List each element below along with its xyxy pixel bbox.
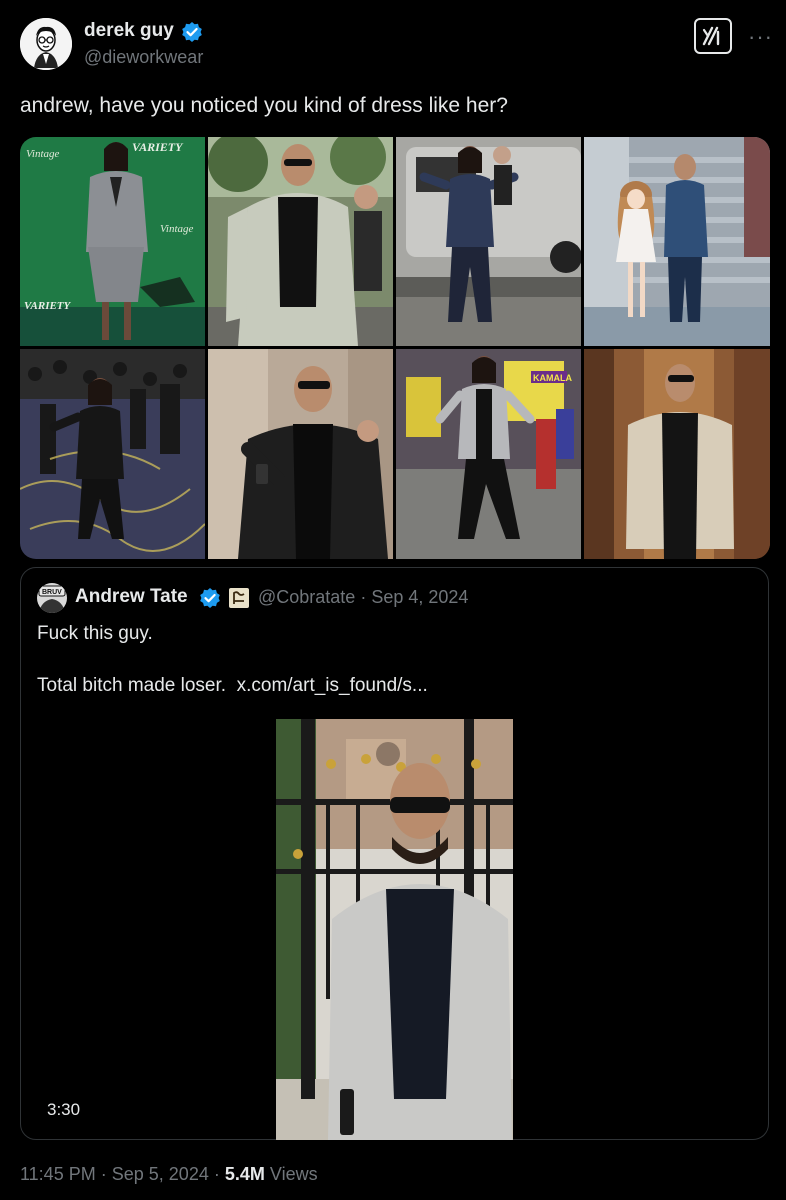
photo-tate-anime-stairs[interactable] bbox=[584, 137, 770, 346]
photo-kamala-green-backdrop[interactable]: Vintage VARIETY Vintage VARIETY bbox=[20, 137, 205, 346]
tweet-time[interactable]: 11:45 PM bbox=[20, 1164, 96, 1184]
verified-badge-icon bbox=[181, 21, 203, 43]
photo-tate-dark-blazer[interactable] bbox=[208, 349, 393, 559]
quote-text-line2-body: Total bitch made loser. bbox=[37, 675, 227, 696]
media-grid[interactable]: Vintage VARIETY Vintage VARIETY KAMALA bbox=[20, 137, 770, 559]
quote-avatar-text: BRUV bbox=[42, 589, 62, 596]
tweet-date[interactable]: Sep 5, 2024 bbox=[112, 1164, 209, 1184]
quote-verified-badge-icon bbox=[199, 587, 221, 609]
author-handle[interactable]: @dieworkwear bbox=[84, 47, 203, 68]
footer-separator-1: · bbox=[100, 1164, 107, 1184]
quote-author-avatar[interactable]: BRUV bbox=[37, 583, 67, 613]
grok-icon[interactable] bbox=[694, 18, 732, 54]
kamala-sign-label: KAMALA bbox=[533, 373, 572, 383]
quote-link[interactable]: x.com/art_is_found/s... bbox=[237, 675, 428, 696]
quote-date[interactable]: Sep 4, 2024 bbox=[371, 587, 468, 607]
author-name[interactable]: derek guy bbox=[84, 20, 174, 42]
vintage-label-1: Vintage bbox=[26, 148, 60, 160]
tweet-text: andrew, have you noticed you kind of dre… bbox=[20, 94, 508, 117]
tweet-footer-meta: 11:45 PM · Sep 5, 2024 · 5.4M Views bbox=[20, 1164, 318, 1185]
variety-label-2: VARIETY bbox=[24, 300, 72, 312]
quote-meta: @Cobratate · Sep 4, 2024 bbox=[258, 587, 468, 608]
vintage-label-2: Vintage bbox=[160, 223, 194, 235]
photo-tate-hallway[interactable] bbox=[584, 349, 770, 559]
photo-kamala-dancing-crowd[interactable] bbox=[20, 349, 205, 559]
views-label: Views bbox=[269, 1164, 318, 1184]
photo-tate-light-blazer[interactable] bbox=[208, 137, 393, 346]
more-icon[interactable]: ··· bbox=[748, 24, 773, 50]
photo-kamala-rally[interactable]: KAMALA bbox=[396, 349, 581, 559]
quote-text-line1: Fuck this guy. bbox=[37, 623, 153, 644]
quote-video-thumbnail[interactable] bbox=[276, 719, 513, 1140]
flag-icon bbox=[228, 587, 250, 609]
quote-handle[interactable]: @Cobratate bbox=[258, 587, 355, 607]
footer-separator-2: · bbox=[213, 1164, 220, 1184]
variety-label-1: VARIETY bbox=[132, 140, 184, 154]
quote-text-line2: Total bitch made loser. x.com/art_is_fou… bbox=[37, 675, 428, 697]
quote-author-name[interactable]: Andrew Tate bbox=[75, 586, 188, 608]
views-count[interactable]: 5.4M bbox=[225, 1164, 265, 1184]
video-duration-label: 3:30 bbox=[47, 1100, 81, 1119]
quote-separator: · bbox=[360, 587, 367, 607]
author-avatar[interactable] bbox=[20, 18, 72, 70]
photo-kamala-van[interactable] bbox=[396, 137, 581, 346]
